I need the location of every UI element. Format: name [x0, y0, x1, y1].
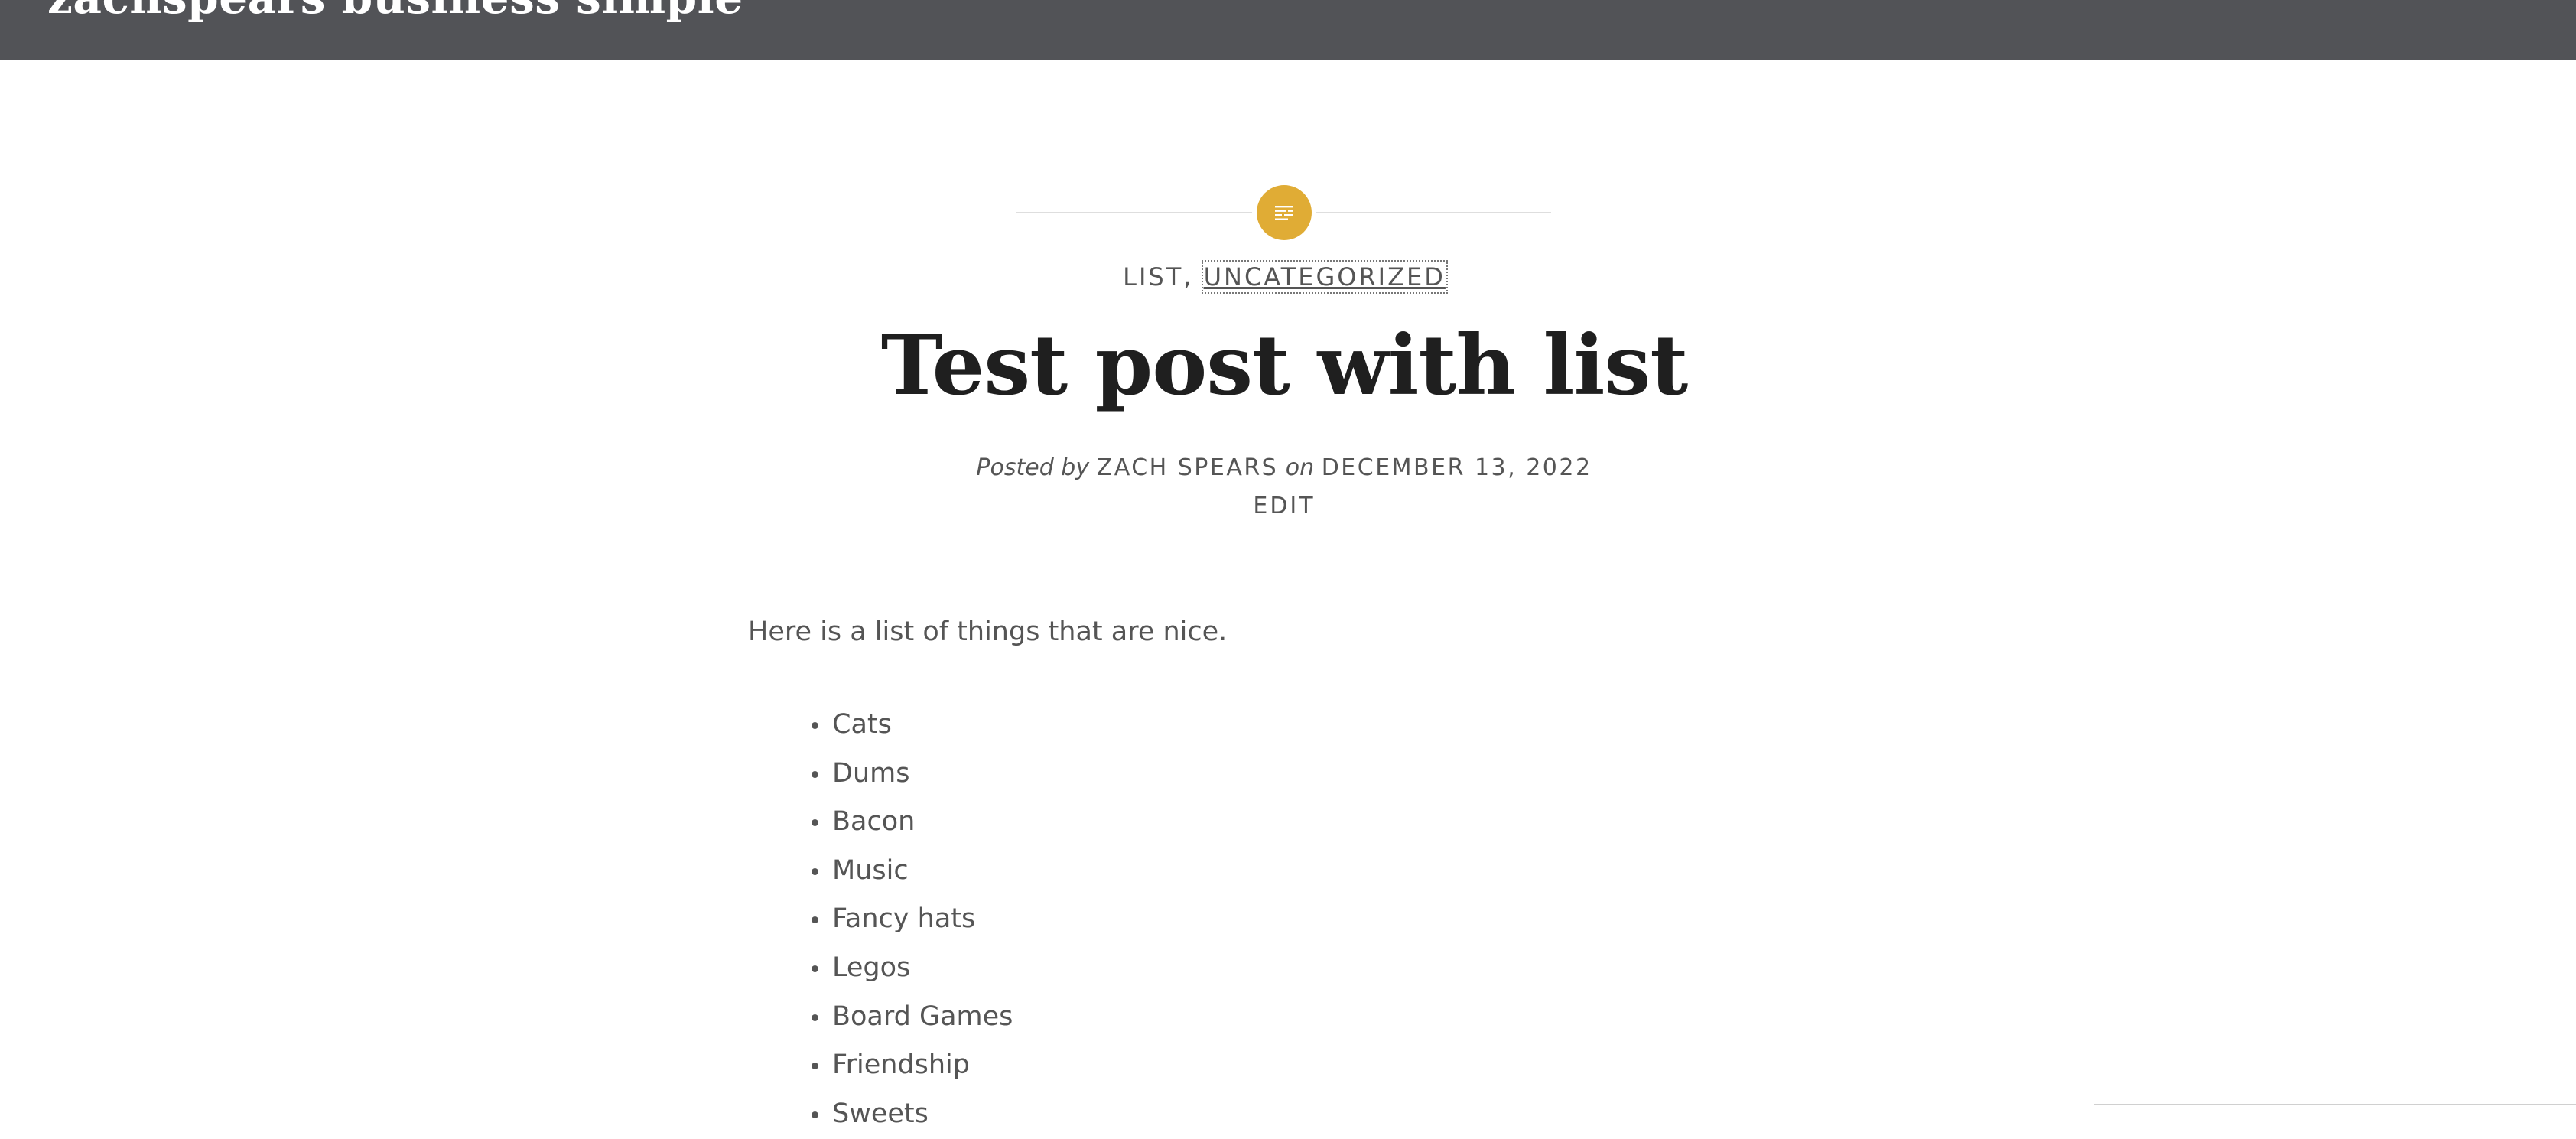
- edit-post-link[interactable]: EDIT: [1253, 493, 1315, 519]
- post-title: Test post with list: [880, 317, 1689, 414]
- list-item: Music: [831, 847, 1013, 896]
- post-intro-paragraph: Here is a list of things that are nice.: [748, 617, 1228, 647]
- category-link-list[interactable]: LIST: [1123, 262, 1183, 291]
- post-format-badge: [1257, 185, 1312, 240]
- byline-prefix: Posted by: [976, 454, 1090, 481]
- bottom-right-divider: [2094, 1104, 2576, 1105]
- post-categories: LIST, UNCATEGORIZED: [0, 260, 2568, 294]
- site-header: zachspears business simple: [0, 0, 2576, 60]
- site-title-link[interactable]: zachspears business simple: [47, 0, 743, 20]
- post-byline: Posted by ZACH SPEARS on DECEMBER 13, 20…: [0, 453, 2568, 483]
- list-item: Board Games: [831, 993, 1013, 1042]
- list-item: Dums: [831, 750, 1013, 799]
- list-item: Cats: [831, 701, 1013, 750]
- post-list: Cats Dums Bacon Music Fancy hats Legos B…: [748, 701, 1013, 1138]
- post-date-link[interactable]: DECEMBER 13, 2022: [1322, 454, 1592, 481]
- list-item: Bacon: [831, 798, 1013, 847]
- list-item: Sweets: [831, 1090, 1013, 1139]
- category-separator: ,: [1183, 262, 1204, 291]
- list-item: Friendship: [831, 1041, 1013, 1090]
- post-content: Here is a list of things that are nice. …: [748, 612, 1819, 1129]
- byline-on-word: on: [1285, 454, 1315, 481]
- category-link-uncategorized[interactable]: UNCATEGORIZED: [1201, 260, 1448, 294]
- text-align-icon: [1275, 206, 1293, 220]
- post-edit-row: EDIT: [0, 491, 2568, 522]
- author-link[interactable]: ZACH SPEARS: [1097, 454, 1279, 481]
- list-item: Fancy hats: [831, 895, 1013, 944]
- list-item: Legos: [831, 944, 1013, 993]
